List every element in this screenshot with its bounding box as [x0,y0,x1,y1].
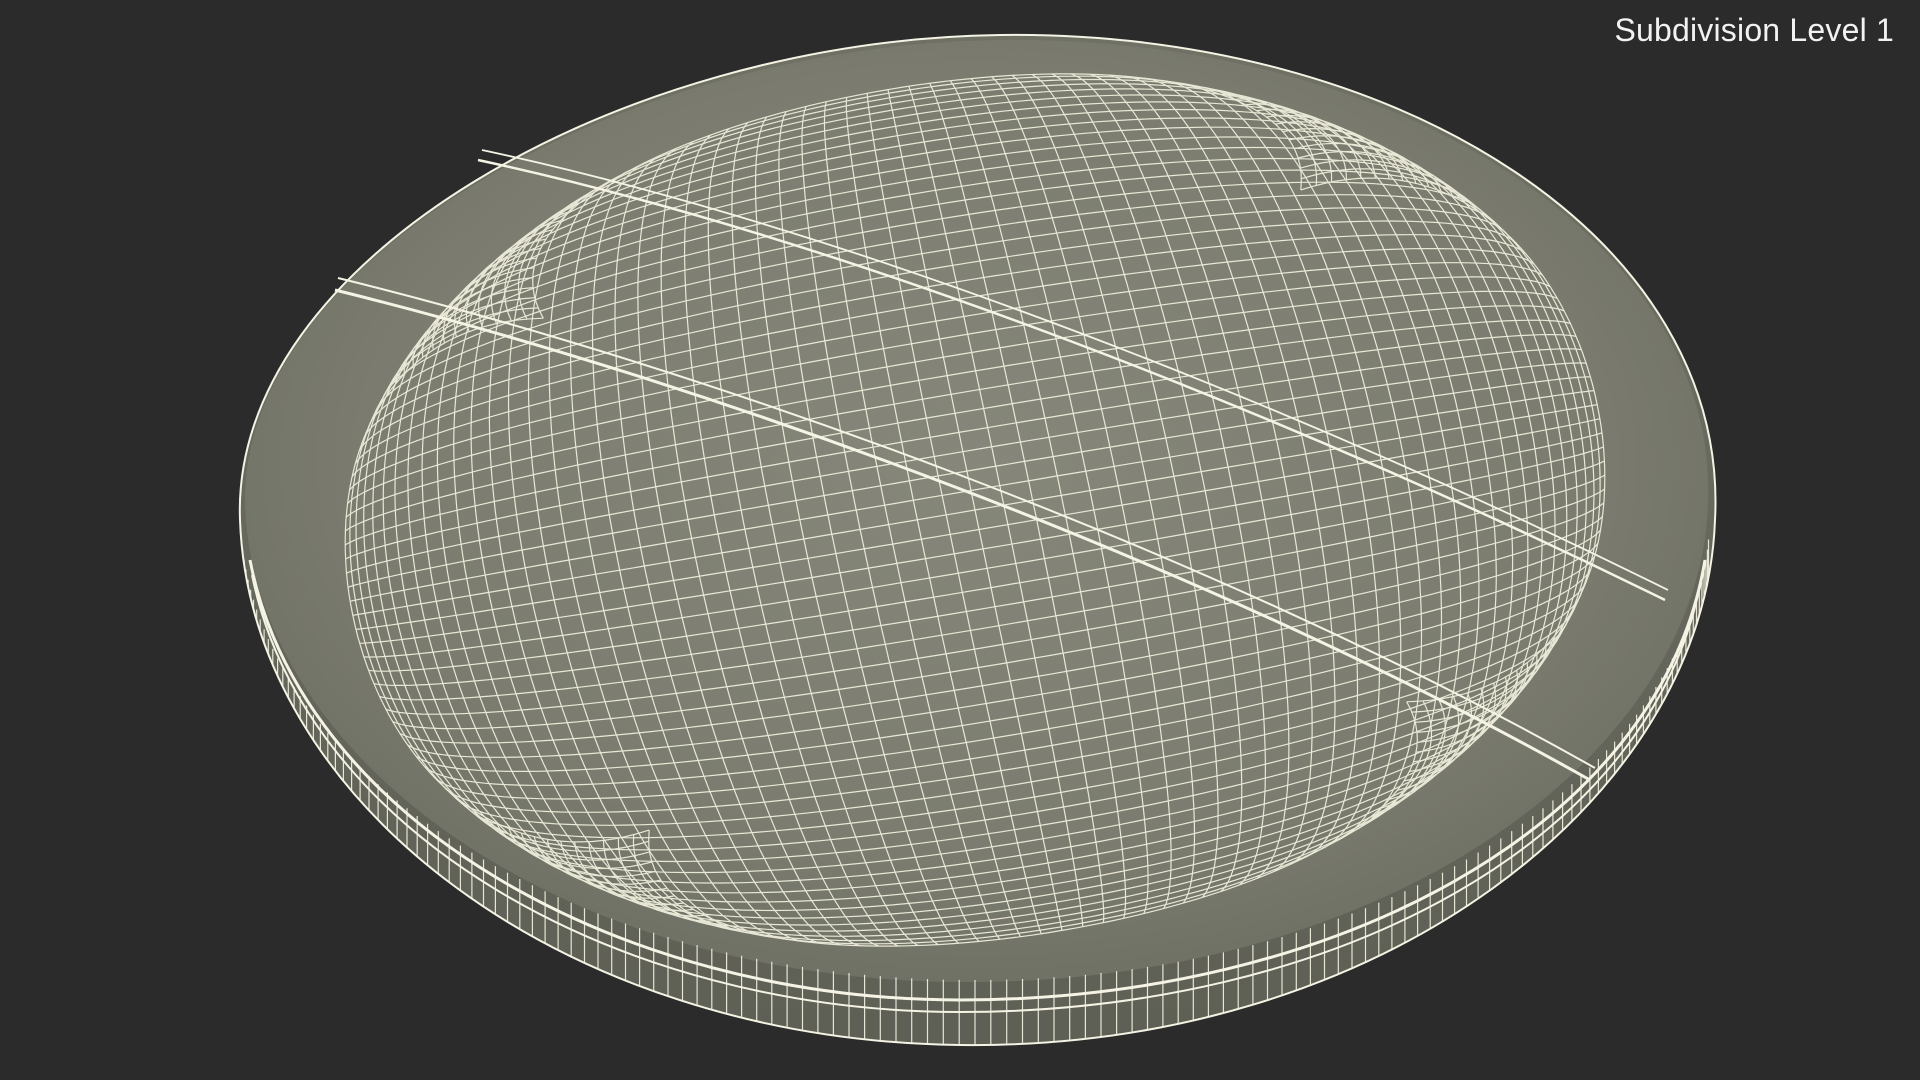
render-viewport: Subdivision Level 1 [0,0,1920,1080]
cushion-body [239,34,1716,1046]
subdivision-level-label: Subdivision Level 1 [1614,12,1894,48]
wireframe-cushion-render [238,33,1717,1047]
